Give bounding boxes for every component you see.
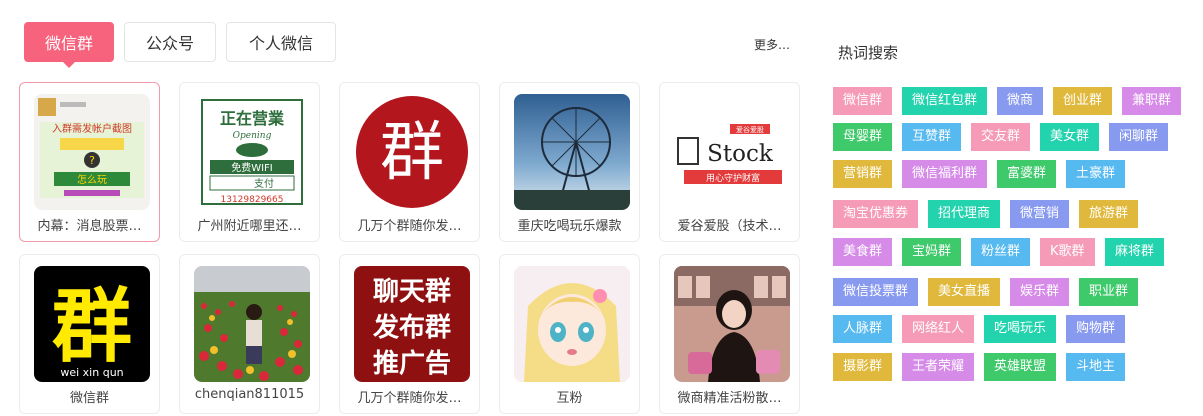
hot-search-tag[interactable]: K歌群	[1040, 238, 1095, 266]
svg-text:爱谷爱股: 爱谷爱股	[736, 125, 764, 134]
hot-search-tag[interactable]: 吃喝玩乐	[984, 315, 1057, 343]
svg-text:13129829665: 13129829665	[221, 195, 284, 205]
svg-text:Opening: Opening	[233, 131, 272, 141]
anime-girl-thumbnail	[514, 266, 630, 382]
svg-text:入群需发帐户截图: 入群需发帐户截图	[52, 122, 132, 135]
group-card[interactable]: chenqian811015	[179, 254, 320, 414]
svg-text:?: ?	[89, 154, 95, 167]
group-card[interactable]: 重庆吃喝玩乐爆款	[499, 82, 640, 242]
card-caption: 微信群	[69, 391, 109, 406]
flower-field-photo-thumbnail	[194, 266, 310, 382]
hot-search-tag[interactable]: 微商	[997, 87, 1044, 115]
card-caption: 内幕：消息股票…	[37, 219, 142, 234]
card-caption: 微商精准活粉散…	[677, 391, 782, 406]
group-card[interactable]: 聊天群 发布群 推广告 几万个群随你发…	[339, 254, 480, 414]
hot-search-tag[interactable]: 王者荣耀	[902, 353, 975, 381]
tab-wechat-group[interactable]: 微信群	[24, 22, 114, 68]
group-card[interactable]: 群 wei xin qun 微信群	[19, 254, 160, 414]
hot-search-tag[interactable]: 微营销	[1010, 200, 1070, 228]
hot-search-tag[interactable]: 微信福利群	[902, 160, 988, 188]
red-qun-circle-thumbnail: 群	[354, 94, 470, 210]
hot-search-tag[interactable]: 淘宝优惠券	[833, 200, 919, 228]
hot-search-tag[interactable]: 宝妈群	[902, 238, 962, 266]
tab-official-account[interactable]: 公众号	[124, 22, 216, 62]
hot-search-tag[interactable]: 娱乐群	[1010, 278, 1070, 306]
hot-search-tag[interactable]: 微信红包群	[902, 87, 988, 115]
hot-search-tag[interactable]: 粉丝群	[971, 238, 1031, 266]
hot-search-tag[interactable]: 职业群	[1079, 278, 1139, 306]
shop-sign-thumbnail: 正在营業 Opening 免费WIFI 支付 13129829665	[194, 94, 310, 210]
svg-text:wei xin qun: wei xin qun	[60, 366, 123, 379]
hot-search-tag[interactable]: 土豪群	[1066, 160, 1126, 188]
yellow-qun-thumbnail: 群 wei xin qun	[34, 266, 150, 382]
hot-search-tag[interactable]: 英雄联盟	[984, 353, 1057, 381]
hot-search-tag[interactable]: 购物群	[1066, 315, 1126, 343]
card-caption: 爱谷爱股（技术…	[677, 219, 782, 234]
more-link[interactable]: 更多…	[754, 36, 790, 53]
svg-text:Stock: Stock	[707, 141, 774, 167]
svg-text:聊天群: 聊天群	[373, 277, 451, 307]
hot-search-tag[interactable]: 闲聊群	[1109, 123, 1169, 151]
stock-logo-thumbnail: 爱谷爱股 Stock 用心守护财富	[674, 94, 790, 210]
hot-search-tag[interactable]: 招代理商	[928, 200, 1001, 228]
svg-text:支付: 支付	[254, 177, 274, 190]
hot-search-tag[interactable]: 营销群	[833, 160, 893, 188]
group-card[interactable]: 爱谷爱股 Stock 用心守护财富 爱谷爱股（技术…	[659, 82, 800, 242]
hot-search-tag[interactable]: 微信投票群	[833, 278, 919, 306]
group-card[interactable]: 互粉	[499, 254, 640, 414]
hot-search-tag[interactable]: 斗地主	[1066, 353, 1126, 381]
chat-group-ad-thumbnail: 聊天群 发布群 推广告	[354, 266, 470, 382]
hot-search-tag[interactable]: 母婴群	[833, 123, 893, 151]
hot-search-tag[interactable]: 创业群	[1053, 87, 1113, 115]
card-caption: 几万个群随你发…	[357, 391, 462, 406]
svg-text:推广告: 推广告	[373, 349, 451, 379]
ferris-wheel-photo-thumbnail	[514, 94, 630, 210]
svg-text:群: 群	[380, 116, 444, 190]
svg-text:发布群: 发布群	[372, 312, 451, 343]
tab-personal-wechat[interactable]: 个人微信	[226, 22, 336, 62]
girl-photo-thumbnail	[674, 266, 790, 382]
hot-search-tag[interactable]: 人脉群	[833, 315, 893, 343]
hot-search-tag[interactable]: 兼职群	[1122, 87, 1182, 115]
hot-search-tag[interactable]: 交友群	[971, 123, 1031, 151]
group-card[interactable]: 入群需发帐户截图 ? 怎么玩 内幕：消息股票…	[19, 82, 160, 242]
hot-search-tag[interactable]: 美女直播	[928, 278, 1001, 306]
hot-search-tag[interactable]: 微信群	[833, 87, 893, 115]
svg-text:群: 群	[52, 280, 132, 373]
card-caption: 重庆吃喝玩乐爆款	[517, 219, 622, 234]
group-card[interactable]: 微商精准活粉散…	[659, 254, 800, 414]
group-card[interactable]: 正在营業 Opening 免费WIFI 支付 13129829665 广州附近哪…	[179, 82, 320, 242]
svg-text:正在营業: 正在营業	[220, 109, 285, 128]
stock-group-screenshot-thumbnail: 入群需发帐户截图 ? 怎么玩	[34, 94, 150, 210]
group-card[interactable]: 群 几万个群随你发…	[339, 82, 480, 242]
card-caption: 广州附近哪里还…	[197, 219, 302, 234]
hot-search-tag[interactable]: 摄影群	[833, 353, 893, 381]
card-caption: 互粉	[556, 391, 583, 406]
hot-search-tag[interactable]: 富婆群	[997, 160, 1057, 188]
svg-text:用心守护财富: 用心守护财富	[706, 172, 760, 184]
hot-search-tag[interactable]: 网络红人	[902, 315, 975, 343]
card-caption: chenqian811015	[194, 387, 305, 402]
hot-search-tag[interactable]: 麻将群	[1105, 238, 1165, 266]
hot-search-title: 热词搜索	[838, 44, 899, 62]
hot-search-tag[interactable]: 旅游群	[1079, 200, 1139, 228]
svg-text:免费WIFI: 免费WIFI	[231, 161, 273, 174]
hot-search-tag[interactable]: 互赞群	[902, 123, 962, 151]
svg-text:怎么玩: 怎么玩	[77, 173, 107, 186]
card-caption: 几万个群随你发…	[357, 219, 462, 234]
hot-search-tag[interactable]: 美女群	[1040, 123, 1100, 151]
hot-search-tag[interactable]: 美食群	[833, 238, 893, 266]
